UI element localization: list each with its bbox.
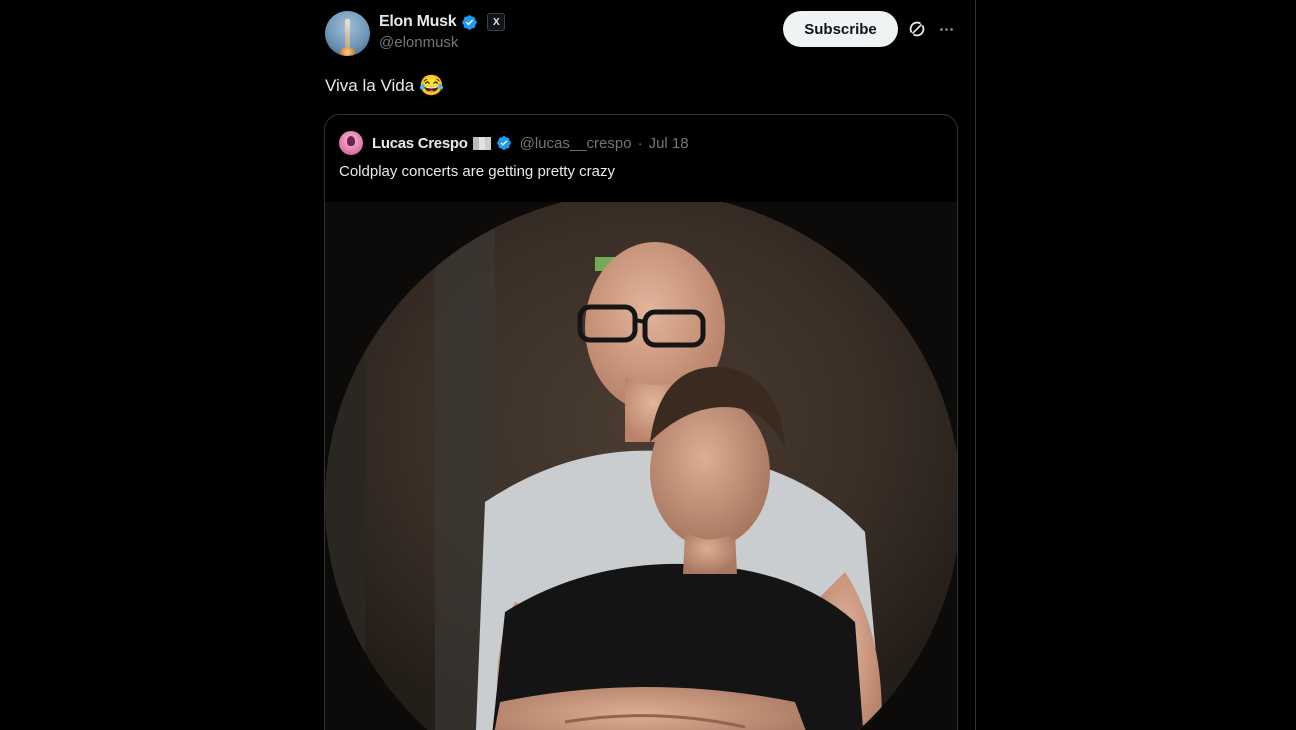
author-avatar[interactable] [325,11,370,56]
more-dot [944,27,948,31]
author-display-name[interactable]: Elon Musk [379,13,457,31]
x-affiliate-icon[interactable]: X [487,13,506,31]
quote-author-avatar[interactable] [339,131,363,155]
quote-header: Lucas Crespo @lucas__crespo · Jul 18 [339,131,689,155]
more-dot [949,27,953,31]
more-dot [939,27,943,31]
quote-tweet-card[interactable]: Lucas Crespo @lucas__crespo · Jul 18 Col… [324,114,958,730]
grok-icon[interactable] [906,18,928,40]
tweet-text: Viva la Vida 😂 [325,76,444,96]
laughing-crying-emoji: 😂 [419,75,445,97]
quote-date[interactable]: Jul 18 [649,135,689,152]
rocket-flare [340,47,355,56]
page: Elon Musk X @elonmusk Subscribe Viva la … [0,0,1296,730]
tweet-text-body: Viva la Vida [325,76,415,95]
quote-verified-icon[interactable] [496,135,512,151]
author-handle[interactable]: @elonmusk [379,34,505,51]
subscribe-button[interactable]: Subscribe [783,11,898,47]
quote-text: Coldplay concerts are getting pretty cra… [339,163,615,180]
quote-author-handle[interactable]: @lucas__crespo [520,135,632,152]
quote-media-photo[interactable] [325,202,957,730]
author-block: Elon Musk X @elonmusk [379,12,506,51]
author-name-row: Elon Musk X [379,12,506,32]
tweet[interactable]: Elon Musk X @elonmusk Subscribe Viva la … [310,0,975,730]
quote-separator: · [637,134,643,152]
verified-icon[interactable] [461,14,478,31]
more-icon[interactable] [936,18,956,40]
column-divider [975,0,976,730]
flag-icon [472,136,491,150]
quote-author-name[interactable]: Lucas Crespo [372,135,468,152]
photo-illustration [325,202,957,730]
rocket-shape [345,19,350,49]
